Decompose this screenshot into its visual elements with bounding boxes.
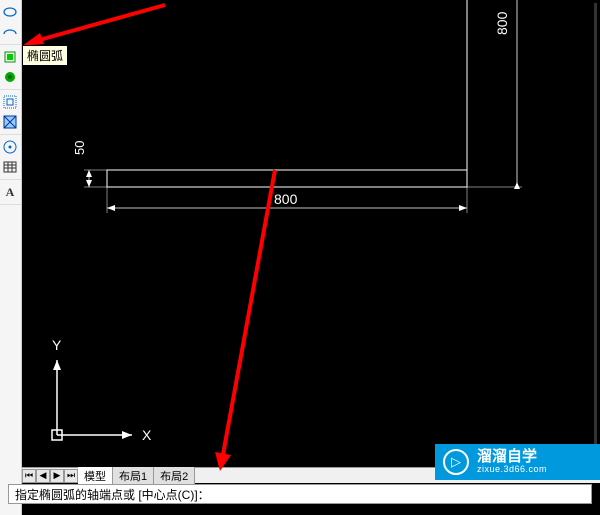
tab-layout1[interactable]: 布局1: [113, 467, 154, 485]
watermark-title: 溜溜自学: [477, 449, 547, 466]
block-tool[interactable]: [0, 47, 20, 67]
boundary-tool[interactable]: [0, 112, 20, 132]
tab-nav-last[interactable]: ⏭: [64, 469, 78, 483]
region-tool[interactable]: [0, 92, 20, 112]
watermark: ▷ 溜溜自学 zixue.3d66.com: [435, 444, 600, 480]
axis-x-label: X: [142, 427, 152, 443]
ellipse-arc-tool[interactable]: [0, 22, 20, 42]
draw-toolbar: A: [0, 0, 22, 515]
tab-nav-first[interactable]: ⏮: [22, 469, 36, 483]
tab-nav-prev[interactable]: ◀: [36, 469, 50, 483]
point-tool[interactable]: [0, 137, 20, 157]
tool-tooltip: 椭圆弧: [22, 45, 68, 66]
table-tool[interactable]: [0, 157, 20, 177]
drawing-canvas[interactable]: 800 50 800 X: [22, 0, 600, 515]
text-tool[interactable]: A: [0, 182, 20, 202]
dim-vertical-label: 800: [494, 11, 510, 35]
command-prompt: 指定椭圆弧的轴端点或 [中心点(C)]：: [15, 486, 210, 503]
annotation-arrow-2: [160, 165, 280, 475]
tab-nav-next[interactable]: ▶: [50, 469, 64, 483]
watermark-url: zixue.3d66.com: [477, 465, 547, 475]
command-line[interactable]: 指定椭圆弧的轴端点或 [中心点(C)]：: [8, 484, 592, 504]
watermark-logo-icon: ▷: [443, 449, 469, 475]
vertical-scrollbar[interactable]: [594, 3, 597, 465]
hatch-tool[interactable]: [0, 67, 20, 87]
annotation-arrow-1: [20, 0, 170, 50]
dim-height-label: 50: [72, 141, 87, 155]
tab-model[interactable]: 模型: [78, 467, 113, 485]
axis-y-label: Y: [52, 337, 62, 353]
ellipse-tool[interactable]: [0, 2, 20, 22]
